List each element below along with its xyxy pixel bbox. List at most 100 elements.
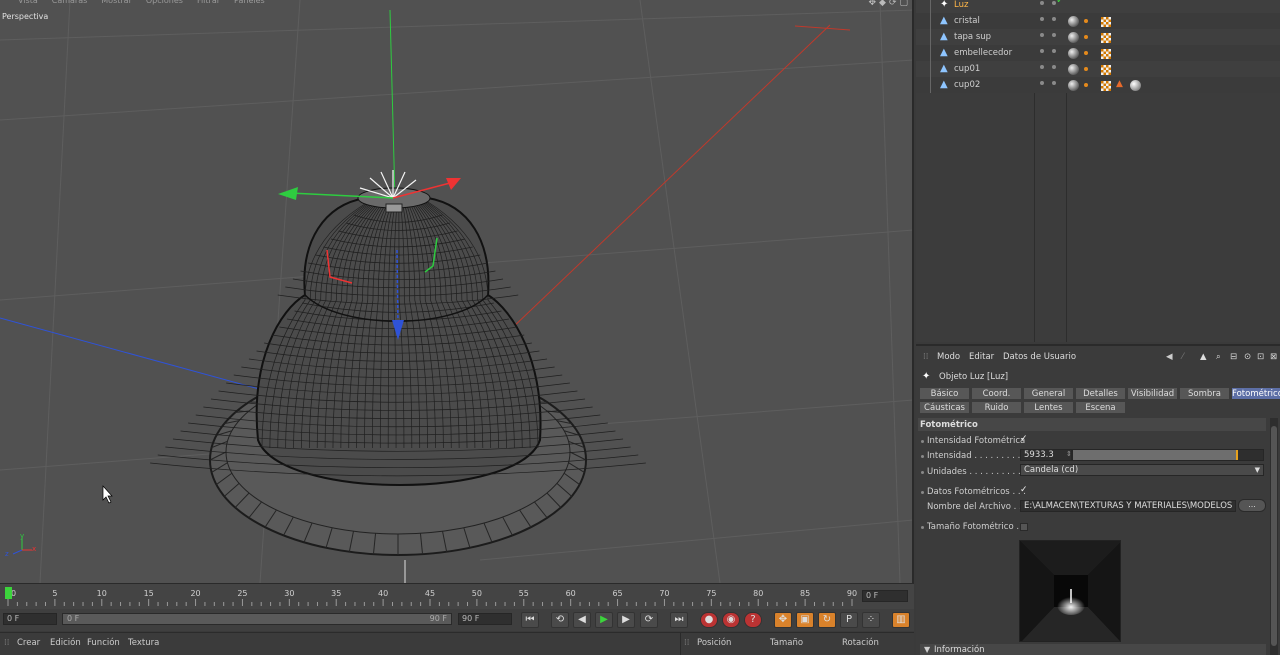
perspective-viewport[interactable]: y x z Vista Cámaras Mostrar Opciones Fil…	[0, 0, 914, 583]
editor-visibility-dot[interactable]	[1040, 1, 1044, 5]
intensidad-slider-knob[interactable]	[1236, 450, 1238, 460]
tab-general[interactable]: General	[1023, 387, 1074, 400]
enabled-check-icon[interactable]: ✓	[1056, 0, 1064, 6]
more-icon[interactable]: ⊠	[1270, 352, 1277, 362]
lock-icon[interactable]: ⊟	[1230, 352, 1237, 362]
tab-sombra[interactable]: Sombra	[1179, 387, 1230, 400]
keyframe-selection-button[interactable]: ?	[744, 612, 762, 628]
object-row-2[interactable]: ▲ tapa sup	[916, 29, 1280, 45]
render-visibility-dot[interactable]	[1052, 81, 1056, 85]
attribute-scrollbar[interactable]	[1270, 418, 1278, 655]
nombre-archivo-input[interactable]: E:\ALMACEN\TEXTURAS Y MATERIALES\MODELOS…	[1020, 500, 1236, 512]
menu-editar[interactable]: Editar	[969, 352, 994, 362]
selection-tag-icon[interactable]	[1084, 83, 1088, 87]
material-tag-icon[interactable]	[1068, 64, 1079, 75]
object-row-1[interactable]: ▲ cristal	[916, 13, 1280, 29]
editor-visibility-dot[interactable]	[1040, 65, 1044, 69]
texture-tag-icon[interactable]	[1101, 17, 1111, 27]
material-tag-icon[interactable]	[1068, 32, 1079, 43]
material-tag-icon[interactable]	[1130, 80, 1141, 91]
material-tag-icon[interactable]	[1068, 80, 1079, 91]
key-parameter-button[interactable]: P	[840, 612, 858, 628]
move-view-icon[interactable]: ✥	[868, 0, 876, 8]
pointer-icon[interactable]: ▲	[1200, 352, 1207, 362]
key-pla-button[interactable]: ⁘	[862, 612, 880, 628]
settings-icon[interactable]: ⊡	[1257, 352, 1264, 362]
gizmo-y-handle[interactable]	[278, 187, 298, 200]
unidades-select[interactable]: Candela (cd) ▼	[1020, 464, 1264, 476]
selection-tag-icon[interactable]	[1084, 51, 1088, 55]
tamano-fotometrico-checkbox[interactable]	[1020, 523, 1028, 531]
object-name[interactable]: embellecedor	[954, 48, 1012, 58]
render-visibility-dot[interactable]	[1052, 33, 1056, 37]
texture-tag-icon[interactable]	[1101, 65, 1111, 75]
render-visibility-dot[interactable]	[1052, 49, 1056, 53]
menu-paneles[interactable]: Paneles	[234, 0, 265, 8]
object-name[interactable]: tapa sup	[954, 32, 991, 42]
material-tag-icon[interactable]	[1068, 48, 1079, 59]
current-frame-field[interactable]: 0 F	[862, 590, 908, 602]
next-frame-button[interactable]: ▶	[617, 612, 635, 628]
menu-mostrar[interactable]: Mostrar	[101, 0, 132, 8]
end-frame-field[interactable]: 90 F	[458, 613, 512, 625]
object-name[interactable]: cup01	[954, 64, 980, 74]
texture-tag-icon[interactable]	[1101, 33, 1111, 43]
editor-visibility-dot[interactable]	[1040, 33, 1044, 37]
render-visibility-dot[interactable]	[1052, 17, 1056, 21]
object-row-0[interactable]: ✦ Luz ✓	[916, 0, 1280, 13]
material-tag-icon[interactable]	[1068, 16, 1079, 27]
object-row-4[interactable]: ▲ cup01	[916, 61, 1280, 77]
object-name[interactable]: cristal	[954, 16, 980, 26]
rotate-view-icon[interactable]: ⟳	[889, 0, 897, 8]
menu-filtrar[interactable]: Filtrar	[197, 0, 220, 8]
browse-file-button[interactable]: ...	[1238, 499, 1266, 512]
intensidad-input[interactable]: 5933.3	[1020, 449, 1072, 461]
timeline-playhead[interactable]	[5, 587, 12, 599]
editor-visibility-dot[interactable]	[1040, 17, 1044, 21]
intensidad-slider[interactable]	[1072, 449, 1264, 461]
texture-tag-icon[interactable]	[1101, 49, 1111, 59]
menu-modo[interactable]: Modo	[937, 352, 960, 362]
timeline-ruler[interactable]: 0 5 10 15 20 25 30 35 40 45 50 55 60 65 70 75 80 85 90	[0, 584, 860, 610]
selection-tag-icon[interactable]	[1084, 35, 1088, 39]
phong-tag-icon[interactable]: ▲	[1116, 79, 1123, 89]
menu-vista[interactable]: Vista	[18, 0, 38, 8]
selection-tag-icon[interactable]	[1084, 19, 1088, 23]
prev-frame-button[interactable]: ◀	[573, 612, 591, 628]
tab-c-usticas[interactable]: Cáusticas	[919, 401, 970, 414]
texture-tag-icon[interactable]	[1101, 81, 1111, 91]
intensidad-fotometrica-checkbox[interactable]: ✓	[1020, 434, 1028, 444]
maximize-view-icon[interactable]: ▢	[899, 0, 908, 8]
new-window-icon[interactable]: ⊙	[1244, 352, 1251, 362]
menu-crear[interactable]: Crear	[17, 638, 40, 648]
menu-textura[interactable]: Textura	[128, 638, 159, 648]
tab-ruido[interactable]: Ruido	[971, 401, 1022, 414]
section-header[interactable]: Fotométrico	[918, 418, 1266, 431]
tab-visibilidad[interactable]: Visibilidad	[1127, 387, 1178, 400]
goto-end-button[interactable]: ⏭	[670, 612, 688, 628]
key-scale-button[interactable]: ▣	[796, 612, 814, 628]
record-keys-button[interactable]: ●	[700, 612, 718, 628]
menu-edicion[interactable]: Edición	[50, 638, 81, 648]
info-section-header[interactable]: ▼ Información	[920, 644, 1266, 655]
editor-visibility-dot[interactable]	[1040, 81, 1044, 85]
stepper-icon[interactable]: ⇕	[1066, 450, 1072, 458]
timeline-layout-button[interactable]: ▥	[892, 612, 910, 628]
key-position-button[interactable]: ✥	[774, 612, 792, 628]
render-visibility-dot[interactable]	[1052, 65, 1056, 69]
start-frame-field[interactable]: 0 F	[3, 613, 57, 625]
scrollbar-thumb[interactable]	[1271, 426, 1277, 646]
object-row-3[interactable]: ▲ embellecedor	[916, 45, 1280, 61]
viewport-canvas[interactable]: y x z	[0, 0, 914, 583]
object-name[interactable]: Luz	[954, 0, 968, 10]
timeline[interactable]: 0 5 10 15 20 25 30 35 40 45 50 55 60 65 70 75 80 85 90 0 F	[0, 583, 914, 609]
menu-datos-usuario[interactable]: Datos de Usuario	[1003, 352, 1076, 362]
tab-escena[interactable]: Escena	[1075, 401, 1126, 414]
zoom-view-icon[interactable]: ◆	[879, 0, 886, 8]
tab-b-sico[interactable]: Básico	[919, 387, 970, 400]
tab-detalles[interactable]: Detalles	[1075, 387, 1126, 400]
forward-arrow-icon[interactable]: ⁄	[1182, 352, 1183, 362]
selection-tag-icon[interactable]	[1084, 67, 1088, 71]
back-arrow-icon[interactable]: ◀	[1166, 352, 1173, 362]
key-rotation-button[interactable]: ↻	[818, 612, 836, 628]
